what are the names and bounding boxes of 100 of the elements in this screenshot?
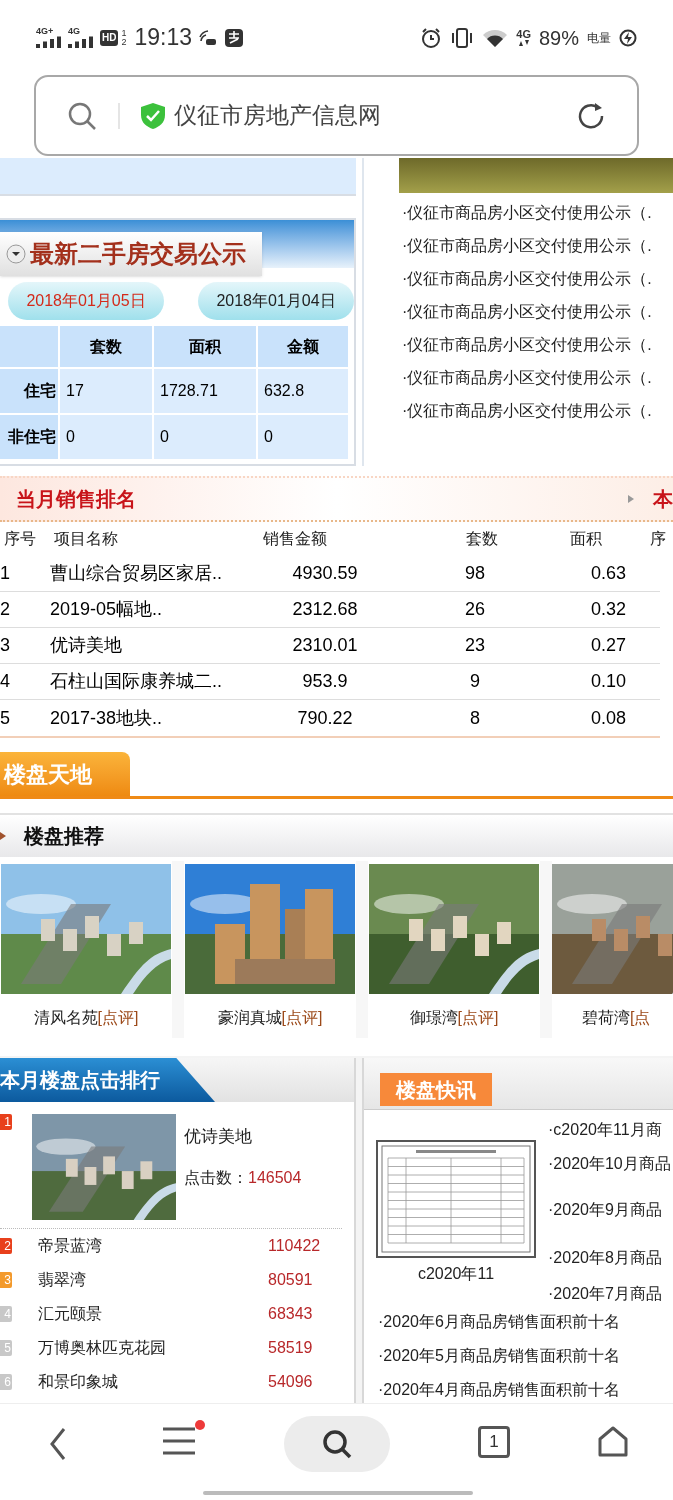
estate-name[interactable]: 翡翠湾 <box>38 1268 268 1292</box>
column-header: 套数 <box>465 529 499 549</box>
estate-name[interactable]: 汇元颐景 <box>38 1302 268 1326</box>
news-link[interactable]: ·2020年6月商品房销售面积前十名 <box>378 1310 673 1334</box>
table-cell-text: 4930.59 <box>291 562 359 585</box>
news-link[interactable]: ·c2020年11月商 <box>548 1118 671 1142</box>
table-cell: 0 <box>154 415 256 459</box>
table-cell: 0 <box>60 415 152 459</box>
page-title: 仪征市房地产信息网 <box>174 101 381 131</box>
row-label-cell: 住宅 <box>0 369 58 413</box>
estate-name[interactable]: 优诗美地 <box>184 1124 302 1150</box>
notice-link[interactable]: ·仪征市商品房小区交付使用公示（. <box>402 334 673 356</box>
estate-name[interactable]: 万博奥林匹克花园 <box>38 1336 268 1360</box>
column-header: 序 <box>649 529 667 549</box>
alarm-icon <box>420 26 443 49</box>
table-cell[interactable]: 曹山综合贸易区家居.. <box>50 560 255 587</box>
sim-slot-label: 2 <box>121 37 127 47</box>
table-cell: 632.8 <box>258 369 348 413</box>
table-cell-text: 0.27 <box>589 634 627 657</box>
network-label: 4G <box>68 27 80 36</box>
review-link[interactable]: [点 <box>630 1006 651 1030</box>
date-tab[interactable]: 2018年01月04日 <box>198 282 354 320</box>
table-cell-text: 4 <box>0 670 11 693</box>
estate-name[interactable]: 和景印象城 <box>38 1370 268 1394</box>
panel-title: 楼盘快讯 <box>380 1073 492 1106</box>
subsection-title: 楼盘推荐 <box>24 823 104 850</box>
table-cell-text: 98 <box>464 562 486 585</box>
table-cell-text: 0.08 <box>589 706 627 730</box>
review-link[interactable]: [点评] <box>97 1006 139 1030</box>
table-cell-text: 0.10 <box>589 670 627 693</box>
table-cell-text: 2310.01 <box>291 634 359 657</box>
table-cell-text: 790.22 <box>296 706 354 730</box>
payment-app-icon <box>224 27 245 48</box>
review-link[interactable]: [点评] <box>281 1006 323 1030</box>
thumbnail-caption[interactable]: c2020年11 <box>417 1262 495 1286</box>
news-link[interactable]: ·2020年4月商品房销售面积前十名 <box>378 1378 673 1402</box>
table-cell[interactable]: 石柱山国际康养城二.. <box>50 668 255 695</box>
estate-name[interactable]: 御璟湾 <box>409 1006 458 1030</box>
signal-icon <box>36 36 62 48</box>
table-cell-text: 8 <box>469 706 481 730</box>
table-cell: 17 <box>60 369 152 413</box>
estate-name[interactable]: 帝景蓝湾 <box>38 1234 268 1258</box>
table-cell: 0 <box>258 415 348 459</box>
news-link[interactable]: ·2020年5月商品房销售面积前十名 <box>378 1344 673 1368</box>
notice-link[interactable]: ·仪征市商品房小区交付使用公示（. <box>402 268 673 290</box>
search-button[interactable] <box>284 1416 391 1472</box>
table-cell-text: 0.63 <box>589 562 627 585</box>
notice-link[interactable]: ·仪征市商品房小区交付使用公示（. <box>402 202 673 224</box>
estate-name[interactable]: 碧荷湾 <box>582 1006 630 1030</box>
clicks-count: 80591 <box>268 1270 313 1290</box>
clock: 19:13 <box>134 23 193 53</box>
table-cell-text: 0.32 <box>589 598 627 621</box>
table-cell[interactable]: 2019-05幅地.. <box>50 596 255 623</box>
home-icon[interactable] <box>597 1426 630 1458</box>
table-cell[interactable]: 优诗美地 <box>50 632 255 659</box>
notice-link[interactable]: ·仪征市商品房小区交付使用公示（. <box>402 235 673 257</box>
table-cell[interactable]: 2017-38地块.. <box>50 704 255 732</box>
column-header: 序号 <box>3 529 37 549</box>
table-cell-text: 23 <box>464 634 486 657</box>
news-link[interactable]: ·2020年8月商品 <box>548 1246 671 1270</box>
review-link[interactable]: [点评] <box>457 1006 499 1030</box>
signal-icon <box>68 36 94 48</box>
news-link[interactable]: ·2020年9月商品 <box>548 1198 671 1222</box>
table-cell-text: 9 <box>469 670 481 693</box>
column-header: 项目名称 <box>53 529 119 549</box>
estate-name[interactable]: 清风名苑 <box>33 1006 98 1030</box>
notice-link[interactable]: ·仪征市商品房小区交付使用公示（. <box>402 400 673 422</box>
table-cell-text: 1 <box>0 562 11 585</box>
address-bar[interactable]: 仪征市房地产信息网 <box>34 75 639 156</box>
table-cell-text: 953.9 <box>301 670 349 693</box>
clicks-count: 110422 <box>268 1236 321 1256</box>
section-title: 本 <box>653 487 673 512</box>
news-link[interactable]: ·2020年10月商品 <box>548 1152 671 1176</box>
shield-check-icon <box>140 101 166 130</box>
bullet-icon <box>627 494 635 504</box>
date-tab[interactable]: 2018年01月05日 <box>8 282 164 320</box>
data-arrows-icon <box>517 40 530 46</box>
hd-badge: HD <box>100 29 119 46</box>
notice-link[interactable]: ·仪征市商品房小区交付使用公示（. <box>402 367 673 389</box>
table-cell-text: 3 <box>0 634 11 657</box>
table-cell-text: 26 <box>464 598 486 621</box>
vibrate-icon <box>450 26 475 49</box>
network-label: 4G+ <box>36 27 54 36</box>
table-cell: 1728.71 <box>154 369 256 413</box>
table-header-cell: 金额 <box>258 326 348 367</box>
column-header: 面积 <box>569 529 603 549</box>
battery-label: 电量 <box>587 29 611 47</box>
notice-link[interactable]: ·仪征市商品房小区交付使用公示（. <box>402 301 673 323</box>
rank-badge: 2 <box>0 1238 12 1254</box>
table-cell-text: 2312.68 <box>291 598 359 621</box>
news-link[interactable]: ·2020年7月商品 <box>548 1282 671 1306</box>
table-header-cell: 面积 <box>154 326 256 367</box>
tabs-button[interactable]: 1 <box>477 1426 510 1458</box>
rank-badge: 1 <box>0 1114 12 1130</box>
clicks-count: 54096 <box>268 1372 313 1392</box>
document-thumbnail-drawing[interactable] <box>376 1140 536 1258</box>
estate-name[interactable]: 豪润真城 <box>217 1006 282 1030</box>
table-header-cell <box>0 326 58 367</box>
clicks-count: 58519 <box>268 1338 313 1358</box>
menu-icon[interactable] <box>161 1426 198 1456</box>
